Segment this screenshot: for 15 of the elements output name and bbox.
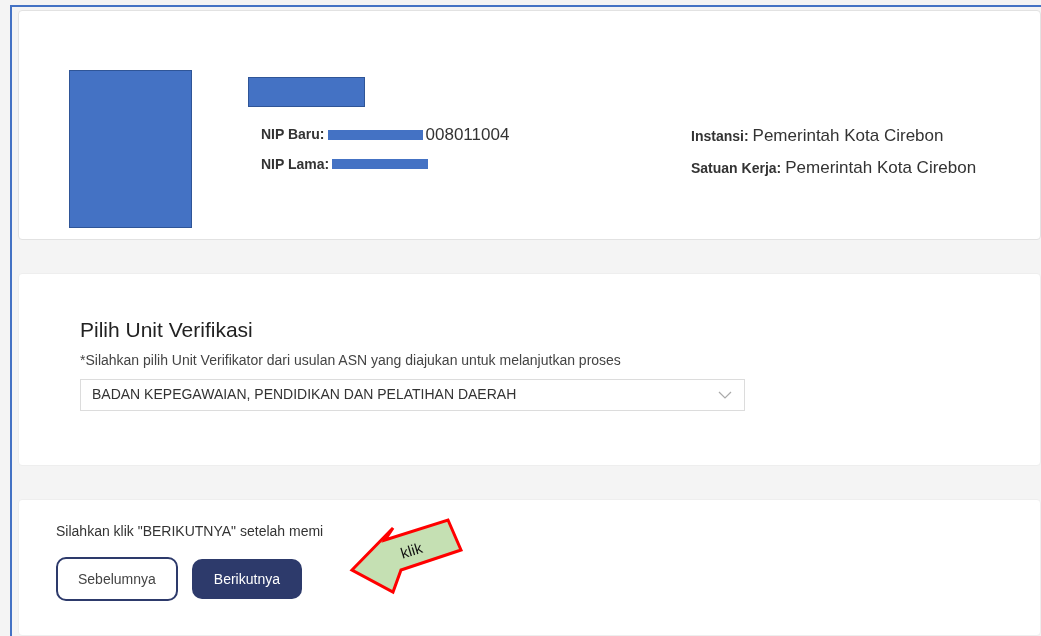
instansi-value: Pemerintah Kota Cirebon [752,125,944,147]
nip-lama-label: NIP Lama: [261,154,330,174]
previous-button[interactable]: Sebelumnya [56,557,178,602]
next-button[interactable]: Berikutnya [191,559,302,600]
hint-text: *Silahkan pilih Unit Verifikator dari usulan ASN yang diajukan untuk melanjutkan proses [80,350,622,370]
instansi-label: Instansi: [691,127,749,146]
callout-arrow-drawing: klik [349,518,464,597]
nip-baru-value: 008011004 [425,124,510,146]
chevron-down-icon [718,390,732,399]
unit-select[interactable]: BADAN KEPEGAWAIAN, PENDIDIKAN DAN PELATIHAN DAERAH [80,378,745,411]
section-title: Pilih Unit Verifikasi [80,316,254,343]
satuan-kerja-label: Satuan Kerja: [691,158,782,178]
nip-baru-label: NIP Baru: [261,125,325,145]
instruction-text: Silahkan klik "BERIKUTNYA" setelah memi [56,522,324,542]
satuan-kerja-value: Pemerintah Kota Cirebon [785,156,977,179]
